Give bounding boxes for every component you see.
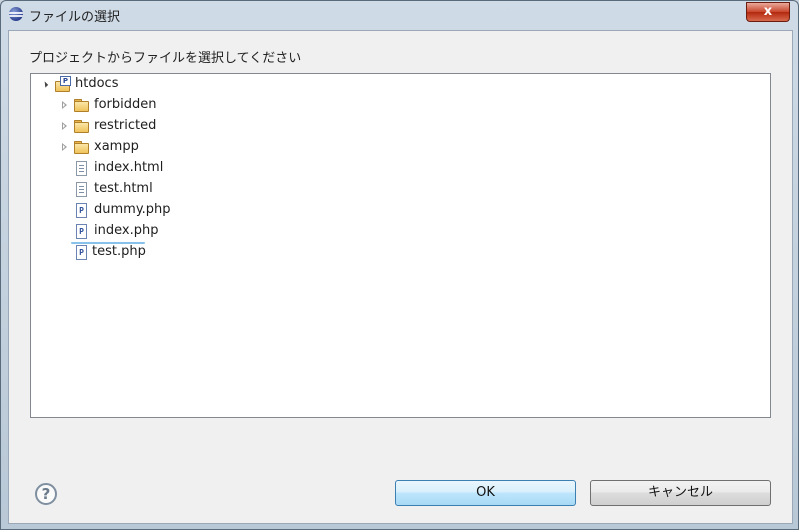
- collapse-arrow-icon[interactable]: [62, 101, 67, 109]
- tree-item-label: htdocs: [75, 76, 119, 91]
- tree-item-label: forbidden: [94, 97, 157, 112]
- tree-item-label: test.php: [92, 244, 146, 259]
- tree-item-xampp[interactable]: xampp: [31, 137, 768, 157]
- tree-item-restricted[interactable]: restricted: [31, 116, 768, 136]
- dialog-prompt: プロジェクトからファイルを選択してください: [29, 51, 302, 66]
- help-icon[interactable]: ?: [35, 483, 57, 505]
- window-title: ファイルの選択: [29, 10, 121, 25]
- php-file-icon: P: [73, 203, 89, 218]
- tree-item-forbidden[interactable]: forbidden: [31, 95, 768, 115]
- collapse-arrow-icon[interactable]: [62, 122, 67, 130]
- tree-item-index-php[interactable]: P index.php: [31, 221, 768, 241]
- eclipse-icon: [9, 7, 23, 21]
- title-bar[interactable]: ファイルの選択 x: [1, 1, 798, 29]
- tree-item-label: dummy.php: [94, 202, 171, 217]
- tree-item-label: xampp: [94, 139, 139, 154]
- dialog-body: プロジェクトからファイルを選択してください P htdocs forbidden…: [8, 30, 793, 524]
- tree-item-test-php[interactable]: test.php P: [31, 242, 768, 262]
- ok-button[interactable]: OK: [395, 480, 576, 506]
- tree-item-label: index.php: [94, 223, 159, 238]
- tree-item-label: test.html: [94, 181, 153, 196]
- php-file-icon: P: [73, 245, 89, 260]
- html-file-icon: [73, 161, 89, 176]
- folder-icon: [73, 140, 89, 154]
- expand-arrow-icon[interactable]: [41, 81, 49, 88]
- file-tree[interactable]: P htdocs forbidden restricted xampp inde…: [30, 73, 771, 418]
- cancel-button[interactable]: キャンセル: [590, 480, 771, 506]
- collapse-arrow-icon[interactable]: [62, 143, 67, 151]
- php-file-icon: P: [73, 224, 89, 239]
- folder-icon: [73, 119, 89, 133]
- tree-item-index-html[interactable]: index.html: [31, 158, 768, 178]
- tree-item-label: restricted: [94, 118, 157, 133]
- close-button[interactable]: x: [746, 2, 790, 22]
- selection-highlight: test.php: [71, 242, 146, 259]
- html-file-icon: [73, 182, 89, 197]
- project-folder-icon: P: [54, 76, 71, 92]
- tree-item-label: index.html: [94, 160, 164, 175]
- dialog-window: ファイルの選択 x プロジェクトからファイルを選択してください P htdocs…: [0, 0, 799, 530]
- tree-root-htdocs[interactable]: P htdocs: [31, 74, 768, 94]
- tree-item-dummy-php[interactable]: P dummy.php: [31, 200, 768, 220]
- folder-icon: [73, 98, 89, 112]
- tree-item-test-html[interactable]: test.html: [31, 179, 768, 199]
